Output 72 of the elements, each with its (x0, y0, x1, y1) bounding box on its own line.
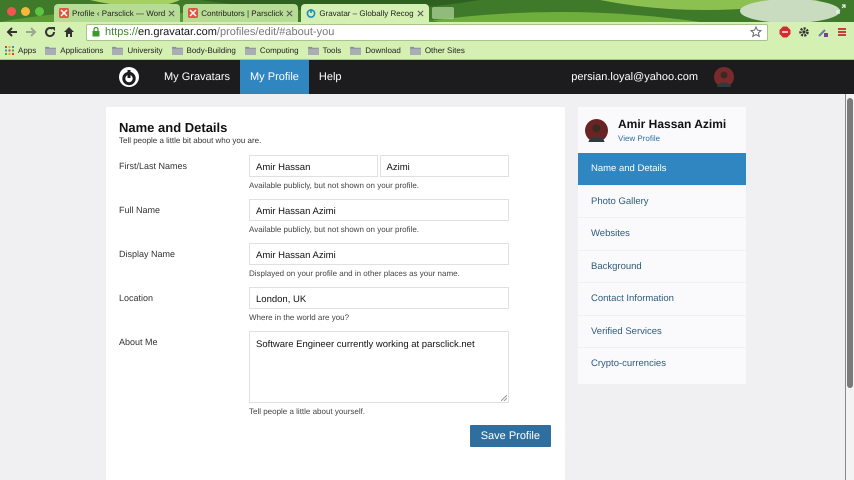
help-text: Where in the world are you? (249, 313, 350, 322)
new-tab-button[interactable] (432, 7, 454, 19)
field-label: Full Name (119, 204, 162, 215)
sidebar-item[interactable]: Websites (578, 217, 746, 250)
input-field[interactable]: Amir Hassan Azimi (249, 243, 509, 265)
sidebar-item[interactable]: Name and Details (578, 153, 746, 184)
input-field[interactable]: Azimi (380, 155, 509, 177)
browser-tab[interactable]: Gravatar – Globally Recog (301, 4, 429, 22)
nav-tab[interactable]: Help (308, 60, 352, 94)
input-field[interactable]: Amir Hassan Azimi (249, 199, 509, 221)
reload-icon[interactable] (44, 26, 56, 38)
close-icon[interactable] (286, 10, 294, 16)
bookmark[interactable]: Download (350, 46, 401, 55)
field-label: Display Name (119, 248, 176, 259)
input-field[interactable]: Amir Hassan (249, 155, 378, 177)
help-text: Available publicly, but not shown on your profile. (249, 181, 420, 190)
view-profile-link[interactable]: View Profile (618, 134, 726, 143)
folder-icon (45, 46, 56, 55)
settings-icon[interactable] (798, 26, 810, 38)
close-icon[interactable] (416, 10, 424, 16)
scrollbar[interactable] (845, 94, 854, 480)
folder-icon (308, 46, 319, 55)
bookmark[interactable]: Applications (45, 46, 104, 55)
menu-icon[interactable] (836, 26, 848, 38)
help-text: Tell people a little about yourself. (249, 407, 366, 416)
sidebar-item[interactable]: Contact Information (578, 282, 746, 314)
fullscreen-icon[interactable] (836, 4, 846, 14)
bookmark[interactable]: Computing (244, 46, 299, 55)
gravatar-logo[interactable] (117, 65, 141, 89)
star-icon[interactable] (750, 26, 762, 38)
folder-icon (350, 46, 362, 55)
close-icon[interactable] (168, 10, 176, 16)
profile-name: Amir Hassan Azimi (618, 117, 726, 131)
help-text: Available publicly, but not shown on your profile. (249, 225, 420, 234)
resize-grip-icon[interactable] (501, 395, 507, 401)
account-email[interactable]: persian.loyal@yahoo.com (571, 60, 698, 94)
browser-tab[interactable]: Profile ‹ Parsclick — Word (54, 4, 180, 22)
site-icon (59, 8, 69, 18)
browser-tab[interactable]: Contributors | Parsclick (183, 4, 298, 22)
sidebar-item[interactable]: Background (578, 250, 746, 282)
bookmark[interactable]: Apps (5, 46, 36, 55)
input-field[interactable]: London, UK (249, 287, 509, 309)
home-icon[interactable] (63, 26, 75, 38)
avatar (585, 118, 608, 142)
text-area[interactable]: Software Engineer currently working at parsclick.net (249, 331, 509, 403)
folder-icon (410, 46, 421, 55)
lock-icon (92, 27, 100, 37)
field-label: First/Last Names (119, 160, 188, 171)
field-label: Location (119, 292, 154, 303)
folder-icon (112, 46, 124, 55)
nav-tab[interactable]: My Gravatars (154, 60, 240, 94)
back-icon[interactable] (6, 26, 18, 38)
save-button[interactable]: Save Profile (470, 425, 551, 447)
help-text: Displayed on your profile and in other places as your name. (249, 269, 461, 278)
apps-grid-icon (5, 46, 14, 55)
adblock-icon[interactable] (779, 26, 791, 38)
bookmark[interactable]: Tools (308, 46, 342, 55)
site-icon (188, 8, 198, 18)
bookmark[interactable]: Body-Building (172, 46, 236, 55)
power-icon (306, 8, 316, 18)
section-subtitle: Tell people a little bit about who you are. (119, 136, 262, 145)
sidebar-item[interactable]: Crypto-currencies (578, 347, 746, 380)
address-bar[interactable]: https://en.gravatar.com/profiles/edit/#about-you (86, 24, 768, 40)
bookmark[interactable]: Other Sites (410, 46, 465, 55)
sidebar-item[interactable]: Photo Gallery (578, 184, 746, 217)
nav-tab[interactable]: My Profile (240, 60, 309, 94)
folder-icon (244, 46, 256, 55)
bookmark[interactable]: University (112, 46, 162, 55)
sidebar-item[interactable]: Verified Services (578, 314, 746, 347)
section-title: Name and Details (119, 120, 228, 135)
folder-icon (172, 46, 182, 55)
field-label: About Me (119, 336, 159, 347)
